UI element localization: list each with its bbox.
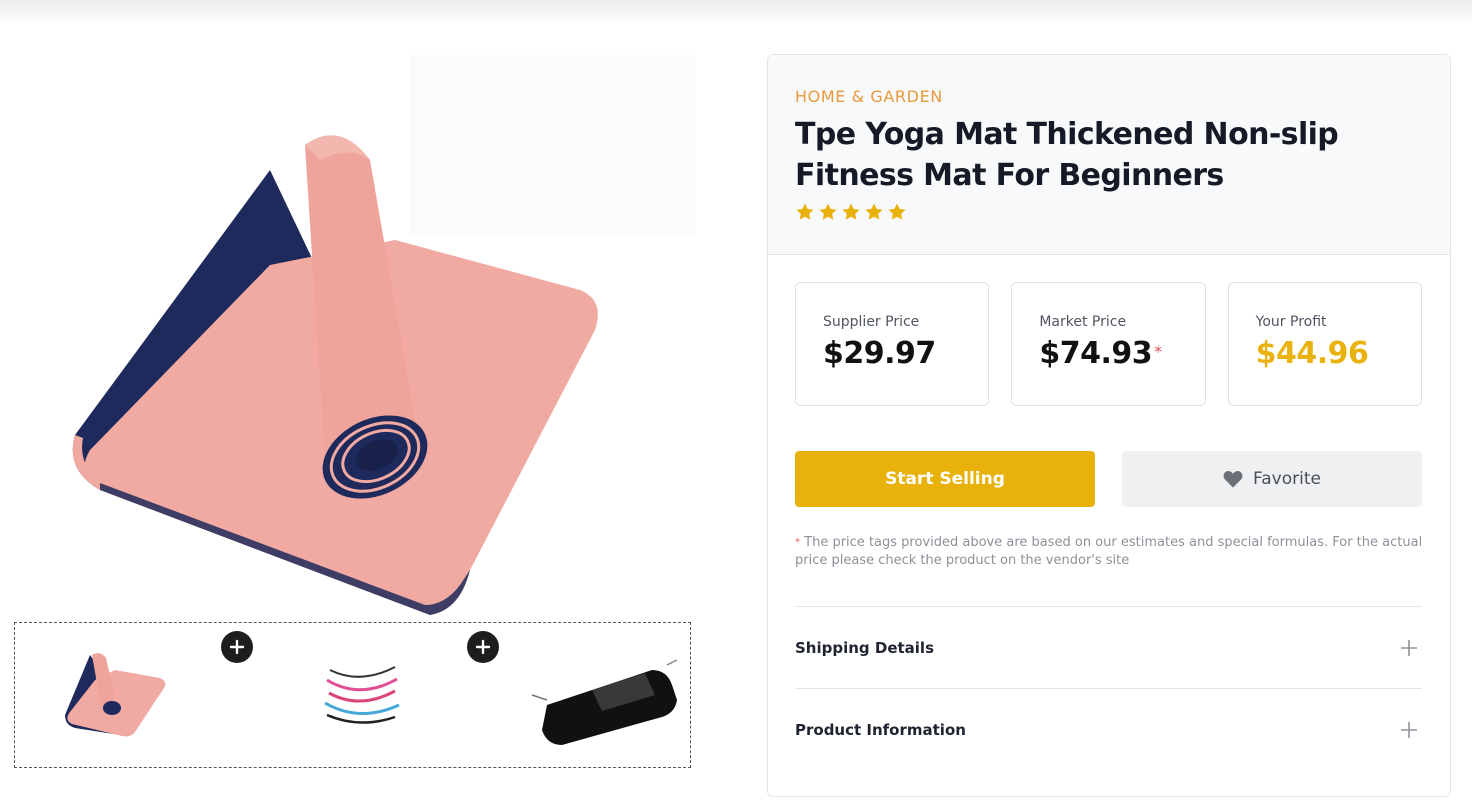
top-bar-shadow: [0, 0, 1472, 26]
star-icon: [819, 203, 837, 220]
star-rating: [795, 202, 1423, 222]
expand-plus-icon[interactable]: [1400, 639, 1422, 657]
expand-plus-icon[interactable]: [1400, 721, 1422, 739]
accordion-label: Product Information: [795, 720, 966, 739]
price-summary: Supplier Price $29.97 Market Price $74.9…: [795, 282, 1422, 406]
accordion-label: Shipping Details: [795, 638, 935, 657]
thumbnail-yoga-mat[interactable]: [35, 623, 195, 767]
plus-icon: [221, 631, 253, 663]
profit-value: $44.96: [1255, 336, 1369, 371]
disclaimer-asterisk: *: [795, 537, 800, 548]
product-main-image[interactable]: [20, 50, 720, 620]
heart-icon: [1223, 471, 1243, 488]
favorite-label: Favorite: [1253, 469, 1321, 489]
star-icon: [888, 203, 906, 220]
supplier-price-label: Supplier Price: [823, 314, 920, 330]
price-disclaimer: * The price tags provided above are base…: [795, 534, 1425, 570]
star-icon: [796, 203, 814, 220]
yoga-mat-illustration: [72, 55, 695, 615]
bundle-thumbnails: [14, 622, 691, 768]
thumbnail-mesh-carry-bag[interactable]: [523, 623, 691, 767]
market-price-asterisk: *: [1154, 342, 1162, 361]
market-price-label: Market Price: [1039, 314, 1127, 330]
plus-icon: [467, 631, 499, 663]
market-price-box: Market Price $74.93 *: [1011, 282, 1206, 406]
market-price-value: $74.93 *: [1039, 336, 1162, 371]
supplier-price-value: $29.97: [823, 336, 936, 371]
details-accordion: Shipping Details Product Information: [795, 606, 1422, 770]
supplier-price-box: Supplier Price $29.97: [795, 282, 990, 406]
star-icon: [842, 203, 860, 220]
product-detail-card: HOME & GARDEN Tpe Yoga Mat Thickened Non…: [767, 54, 1451, 797]
accordion-shipping-details[interactable]: Shipping Details: [795, 606, 1422, 688]
start-selling-button[interactable]: Start Selling: [795, 451, 1095, 507]
action-buttons: Start Selling Favorite: [795, 451, 1422, 507]
accordion-product-information[interactable]: Product Information: [795, 688, 1422, 770]
product-title: Tpe Yoga Mat Thickened Non-slip Fitness …: [795, 117, 1339, 193]
profit-box: Your Profit $44.96: [1227, 282, 1422, 406]
thumbnail-resistance-bands[interactable]: [285, 623, 435, 767]
product-header: HOME & GARDEN Tpe Yoga Mat Thickened Non…: [768, 55, 1450, 255]
profit-label: Your Profit: [1255, 314, 1327, 330]
product-category[interactable]: HOME & GARDEN: [795, 86, 1423, 108]
disclaimer-text: The price tags provided above are based …: [795, 535, 1423, 568]
favorite-button[interactable]: Favorite: [1122, 451, 1422, 507]
star-icon: [865, 203, 883, 220]
